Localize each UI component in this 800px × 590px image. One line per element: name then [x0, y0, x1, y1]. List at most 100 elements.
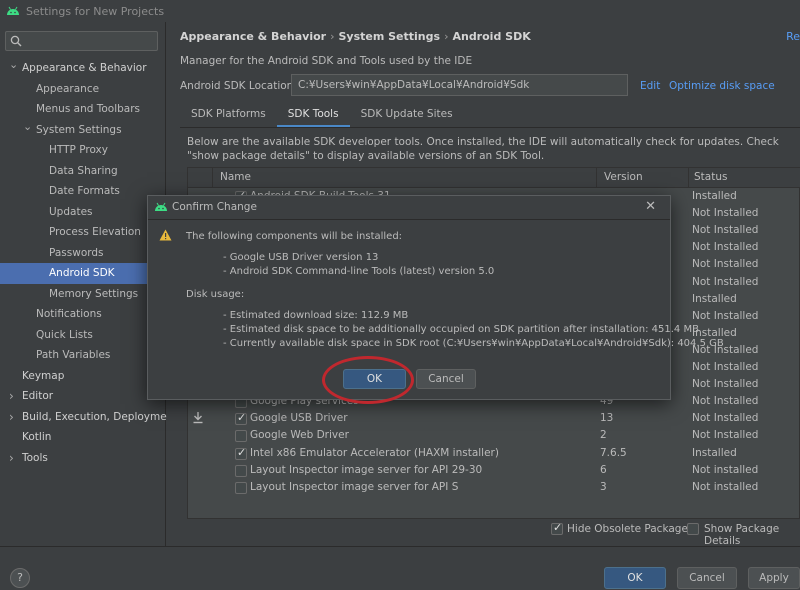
sidebar-item[interactable]: Quick Lists: [0, 325, 166, 346]
column-header-version[interactable]: Version: [604, 171, 643, 183]
settings-sidebar: ⌄ Appearance & Behavior Appearance Menus an…: [0, 22, 177, 546]
row-checkbox[interactable]: [235, 411, 247, 426]
sdk-location-field[interactable]: C:¥Users¥win¥AppData¥Local¥Android¥Sdk: [291, 74, 628, 96]
row-status: Not Installed: [692, 275, 759, 288]
search-icon: [10, 35, 22, 50]
sidebar-item-label: HTTP Proxy: [49, 144, 108, 156]
row-version: 7.6.5: [600, 446, 627, 459]
disk-usage-label: Disk usage:: [186, 289, 245, 300]
show-package-details-checkbox[interactable]: [687, 523, 699, 535]
sidebar-item-label: Notifications: [36, 308, 102, 320]
table-row[interactable]: Google USB Driver 13 Not Installed: [188, 411, 800, 428]
sidebar-item[interactable]: HTTP Proxy: [0, 140, 166, 161]
sidebar-item[interactable]: › Editor: [0, 386, 166, 407]
row-checkbox[interactable]: [235, 464, 247, 477]
show-package-details-label: Show Package Details: [704, 523, 780, 547]
sidebar-item[interactable]: Appearance: [0, 79, 166, 100]
component-line: - Android SDK Command-line Tools (latest…: [223, 266, 495, 277]
sidebar-item[interactable]: › Build, Execution, Deployment: [0, 407, 177, 428]
breadcrumb-item: Appearance & Behavior: [180, 30, 327, 43]
sidebar-item[interactable]: Keymap: [0, 366, 166, 387]
sidebar-item[interactable]: ⌄ Appearance & Behavior: [0, 58, 166, 79]
window-titlebar: Settings for New Projects: [0, 0, 800, 22]
sidebar-item-label: Build, Execution, Deployment: [22, 410, 178, 423]
sidebar-item[interactable]: ⌄ System Settings: [0, 120, 166, 141]
row-name: Intel x86 Emulator Accelerator (HAXM ins…: [250, 446, 499, 459]
column-header-name[interactable]: Name: [220, 171, 251, 183]
sidebar-item[interactable]: Date Formats: [0, 181, 166, 202]
reset-link[interactable]: Re: [786, 30, 800, 43]
row-status: Not Installed: [692, 429, 759, 442]
row-status: Not Installed: [692, 241, 759, 254]
optimize-disk-space-link[interactable]: Optimize disk space: [669, 80, 775, 92]
sidebar-item-label: Kotlin: [22, 431, 52, 443]
row-status: Not Installed: [692, 207, 759, 220]
row-version: 13: [600, 412, 614, 425]
breadcrumb-item: System Settings: [338, 30, 441, 43]
chevron-right-icon[interactable]: ›: [9, 448, 14, 469]
table-row[interactable]: Intel x86 Emulator Accelerator (HAXM ins…: [188, 446, 800, 463]
window-title: Settings for New Projects: [26, 4, 165, 18]
row-checkbox[interactable]: [235, 430, 247, 443]
settings-tree: ⌄ Appearance & Behavior Appearance Menus an…: [0, 58, 177, 469]
dialog-title-divider: [148, 219, 670, 220]
sidebar-item-label: Menus and Toolbars: [36, 103, 141, 115]
table-row[interactable]: Google Web Driver 2 Not Installed: [188, 428, 800, 445]
chevron-right-icon[interactable]: ›: [9, 386, 14, 407]
row-name: Google Web Driver: [250, 429, 349, 442]
column-divider: [596, 168, 597, 188]
tab-sdk-tools[interactable]: SDK Tools: [276, 102, 350, 128]
sidebar-item[interactable]: Data Sharing: [0, 161, 166, 182]
row-status: Installed: [692, 292, 737, 305]
sidebar-item-label: Passwords: [49, 246, 104, 259]
table-row[interactable]: Layout Inspector image server for API S 3…: [188, 480, 800, 497]
sidebar-item-label: Data Sharing: [49, 164, 118, 177]
ok-button[interactable]: OK: [604, 567, 666, 589]
hide-obsolete-label: Hide Obsolete Packages: [567, 523, 694, 535]
sidebar-item[interactable]: › Tools: [0, 448, 166, 469]
apply-button[interactable]: Apply: [748, 567, 800, 589]
sdk-location-label: Android SDK Location:: [180, 80, 297, 92]
sidebar-item[interactable]: Android SDK: [0, 263, 166, 284]
sidebar-item-label: Appearance: [36, 82, 100, 95]
chevron-right-icon[interactable]: ›: [9, 407, 14, 428]
tab-sdk-platforms[interactable]: SDK Platforms: [180, 102, 277, 128]
dialog-cancel-button[interactable]: Cancel: [416, 369, 476, 389]
sidebar-item[interactable]: Notifications: [0, 304, 166, 325]
settings-search-input[interactable]: [5, 31, 158, 51]
dialog-footer: ? OK Cancel Apply: [0, 546, 800, 590]
row-name: Layout Inspector image server for API 29…: [250, 463, 483, 476]
sidebar-item-label: Date Formats: [49, 185, 120, 197]
android-logo-icon: [6, 6, 20, 16]
table-row[interactable]: Layout Inspector image server for API 29…: [188, 463, 800, 480]
sidebar-item[interactable]: Memory Settings: [0, 284, 166, 305]
row-checkbox[interactable]: [235, 481, 247, 494]
sidebar-item-label: Process Elevation: [49, 226, 141, 238]
chevron-down-icon[interactable]: ⌄: [9, 55, 18, 76]
dialog-title: Confirm Change: [172, 201, 257, 213]
help-button[interactable]: ?: [10, 568, 30, 588]
chevron-down-icon[interactable]: ⌄: [23, 117, 32, 138]
disk-usage-line: - Currently available disk space in SDK …: [223, 338, 724, 349]
sidebar-item[interactable]: Process Elevation: [0, 222, 166, 243]
sdk-manager-description: Manager for the Android SDK and Tools us…: [180, 55, 473, 67]
sidebar-item-label: System Settings: [36, 123, 122, 136]
sidebar-item[interactable]: Passwords: [0, 243, 166, 264]
row-status: Not installed: [692, 463, 759, 476]
cancel-button[interactable]: Cancel: [677, 567, 737, 589]
sidebar-item[interactable]: Path Variables: [0, 345, 166, 366]
sidebar-item[interactable]: Updates: [0, 202, 166, 223]
dialog-intro-text: The following components will be install…: [186, 231, 403, 242]
breadcrumb: Appearance & Behavior › System Settings › An…: [180, 30, 531, 43]
edit-location-link[interactable]: Edit: [640, 80, 660, 92]
sdk-tabs: SDK Platforms SDK Tools SDK Update Sites: [180, 102, 464, 128]
close-icon[interactable]: ✕: [645, 199, 656, 214]
sidebar-item-label: Updates: [49, 205, 93, 218]
row-checkbox[interactable]: [235, 446, 247, 460]
sidebar-item[interactable]: Kotlin: [0, 427, 166, 448]
tab-sdk-update-sites[interactable]: SDK Update Sites: [350, 102, 464, 128]
breadcrumb-separator: ›: [444, 30, 449, 43]
row-status: Not Installed: [692, 378, 759, 391]
column-header-status[interactable]: Status: [694, 171, 727, 183]
hide-obsolete-checkbox[interactable]: [551, 521, 563, 535]
